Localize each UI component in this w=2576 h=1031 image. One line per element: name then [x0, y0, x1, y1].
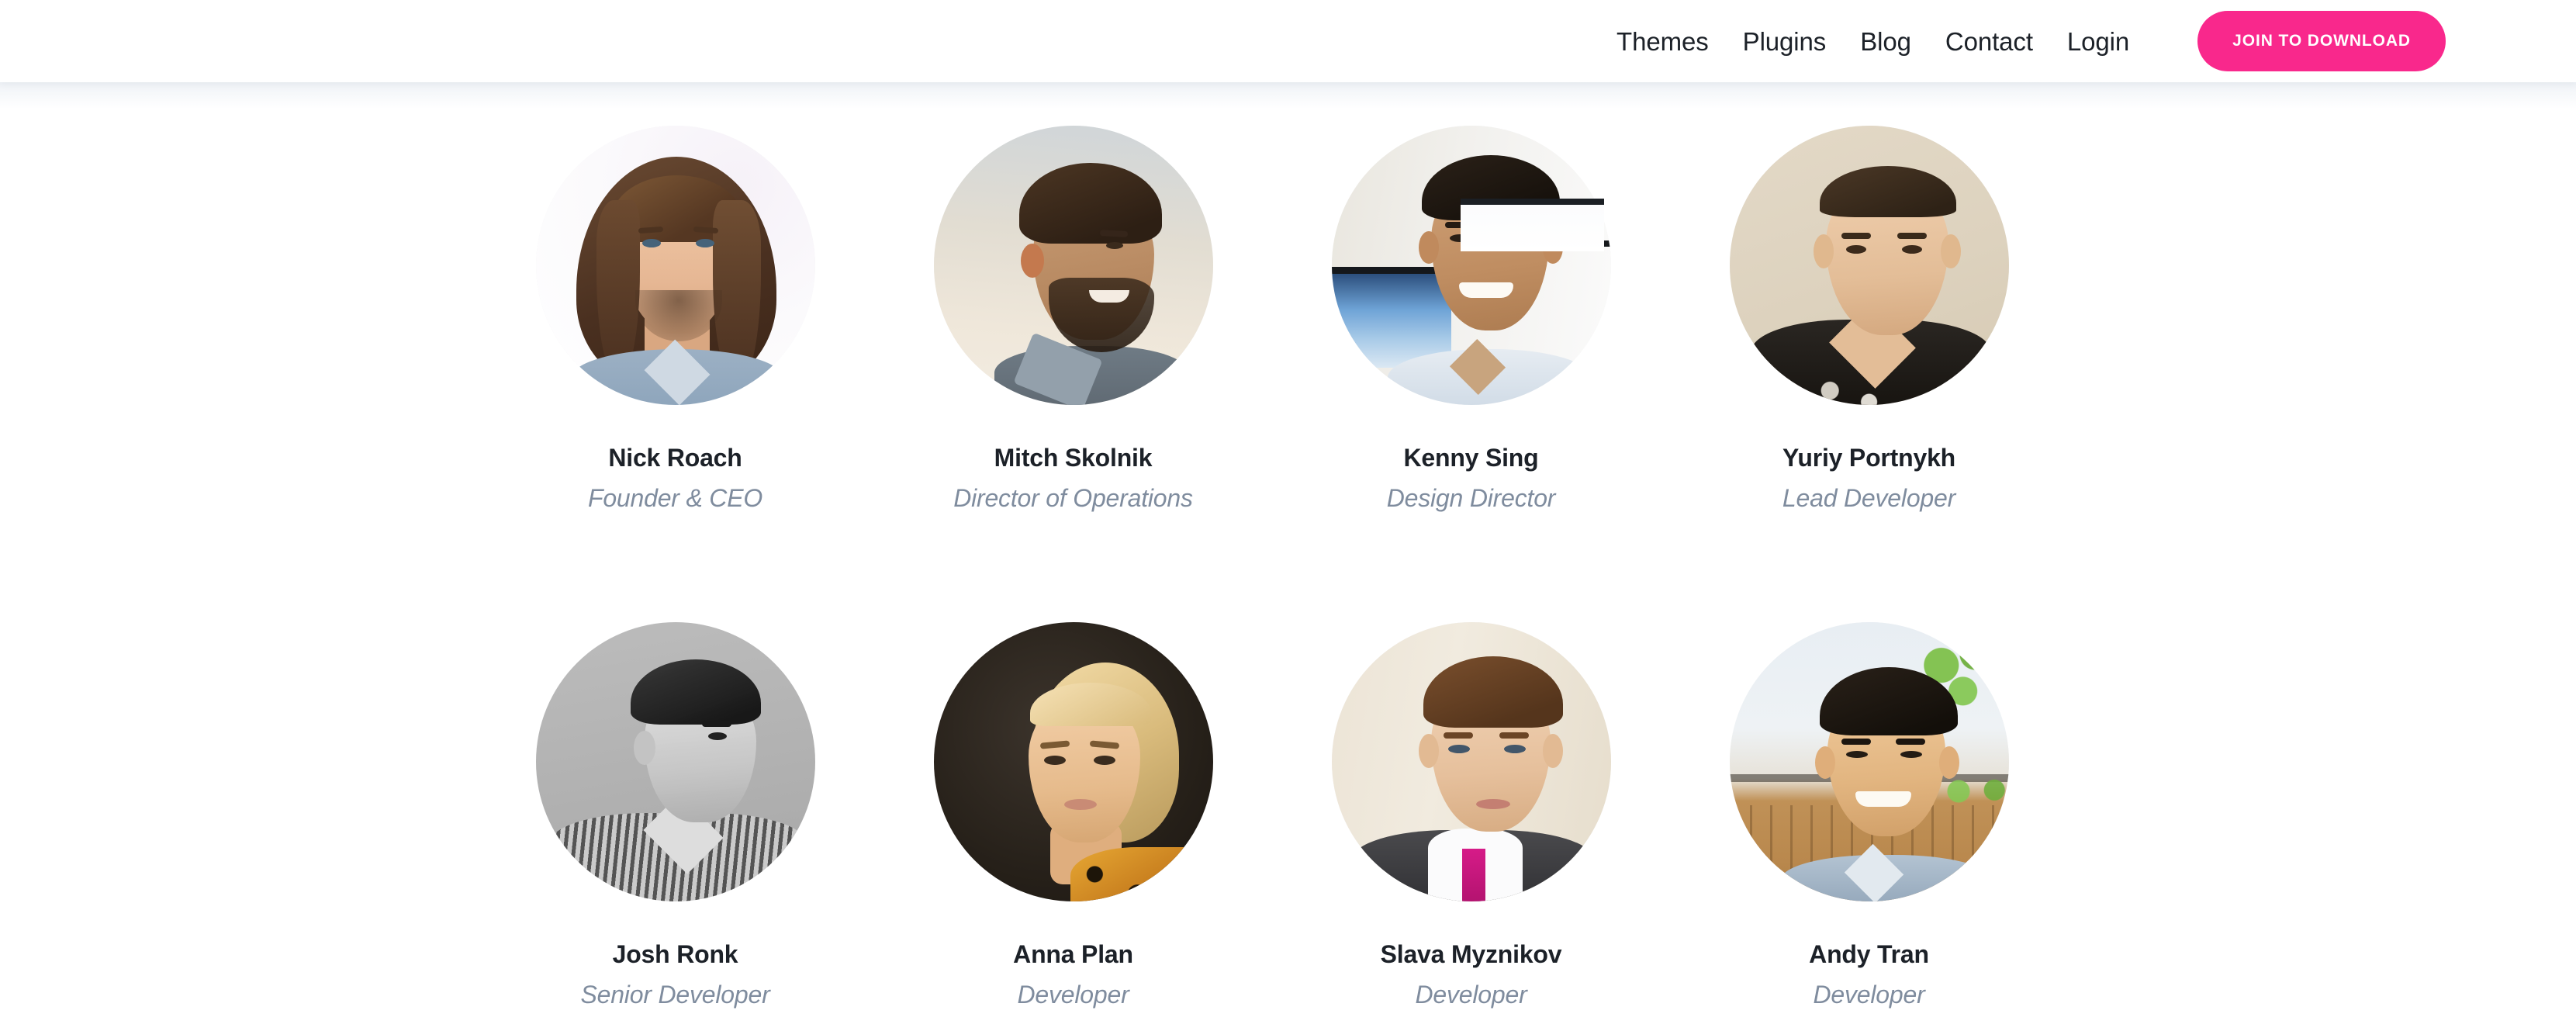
- member-role: Design Director: [1386, 484, 1556, 513]
- member-name: Kenny Sing: [1403, 444, 1539, 472]
- avatar: [1331, 126, 1611, 405]
- team-member: Josh Ronk Senior Developer: [476, 622, 874, 1031]
- team-member: Kenny Sing Design Director: [1272, 126, 1670, 622]
- member-role: Developer: [1017, 981, 1129, 1009]
- nav-link-blog[interactable]: Blog: [1843, 21, 1928, 62]
- member-name: Nick Roach: [608, 444, 742, 472]
- team-member: Anna Plan Developer: [874, 622, 1272, 1031]
- nav-link-contact[interactable]: Contact: [1928, 21, 2050, 62]
- nav-link-plugins[interactable]: Plugins: [1726, 21, 1844, 62]
- avatar: [535, 622, 815, 901]
- avatar: [1729, 622, 2009, 901]
- member-name: Mitch Skolnik: [994, 444, 1153, 472]
- portrait-anna-plan: [933, 622, 1213, 901]
- site-header: Themes Plugins Blog Contact Login Join T…: [0, 0, 2576, 82]
- team-member: Andy Tran Developer: [1670, 622, 2068, 1031]
- nav-link-login[interactable]: Login: [2050, 21, 2146, 62]
- avatar: [1331, 622, 1611, 901]
- portrait-nick-roach: [535, 126, 815, 405]
- nav-link-themes[interactable]: Themes: [1616, 21, 1726, 62]
- portrait-yuriy-portnykh: [1729, 126, 2009, 405]
- member-name: Andy Tran: [1809, 940, 1929, 968]
- member-role: Lead Developer: [1782, 484, 1956, 513]
- avatar: [535, 126, 815, 405]
- join-to-download-button[interactable]: Join To Download: [2197, 11, 2446, 71]
- portrait-slava-myznikov: [1331, 622, 1611, 901]
- team-member: Mitch Skolnik Director of Operations: [874, 126, 1272, 622]
- primary-navigation: Themes Plugins Blog Contact Login Join T…: [1616, 11, 2576, 71]
- member-name: Yuriy Portnykh: [1782, 444, 1956, 472]
- member-role: Developer: [1415, 981, 1527, 1009]
- avatar: [1729, 126, 2009, 405]
- member-name: Josh Ronk: [612, 940, 738, 968]
- avatar: [933, 622, 1213, 901]
- team-member: Slava Myznikov Developer: [1272, 622, 1670, 1031]
- portrait-kenny-sing: [1331, 126, 1611, 405]
- portrait-josh-ronk: [535, 622, 815, 901]
- member-name: Anna Plan: [1013, 940, 1133, 968]
- team-member: Nick Roach Founder & CEO: [476, 126, 874, 622]
- member-role: Developer: [1813, 981, 1925, 1009]
- member-role: Senior Developer: [580, 981, 770, 1009]
- portrait-mitch-skolnik: [933, 126, 1213, 405]
- page-body: Nick Roach Founder & CEO Mitch Skolnik D…: [0, 82, 2576, 1031]
- member-role: Director of Operations: [953, 484, 1193, 513]
- portrait-andy-tran: [1729, 622, 2009, 901]
- team-member: Yuriy Portnykh Lead Developer: [1670, 126, 2068, 622]
- team-grid: Nick Roach Founder & CEO Mitch Skolnik D…: [0, 82, 2576, 1031]
- member-role: Founder & CEO: [587, 484, 763, 513]
- member-name: Slava Myznikov: [1380, 940, 1562, 968]
- avatar: [933, 126, 1213, 405]
